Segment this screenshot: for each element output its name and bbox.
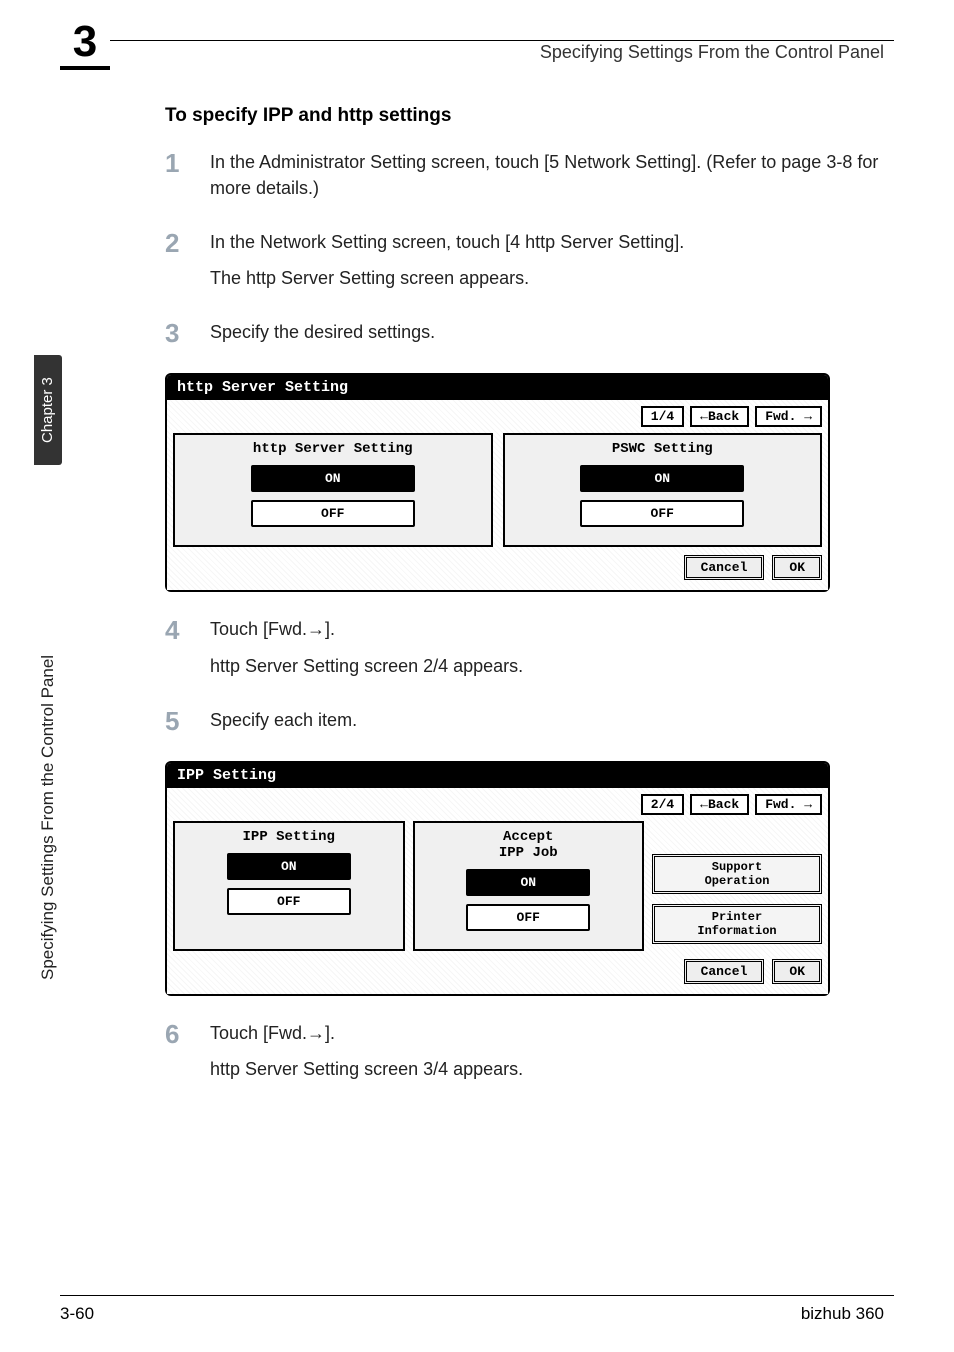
- on-button[interactable]: ON: [466, 869, 590, 896]
- lcd-body: 2/4 ←Back Fwd. → IPP Setting ON OFF Acce…: [167, 788, 828, 994]
- page-number: 3-60: [60, 1304, 94, 1324]
- page: 3 Specifying Settings From the Control P…: [0, 0, 954, 1352]
- model-name: bizhub 360: [801, 1304, 884, 1324]
- back-button[interactable]: ←Back: [690, 406, 749, 427]
- step-text: Specify the desired settings.: [210, 319, 435, 345]
- step-text: Touch [Fwd.→].: [210, 1020, 523, 1046]
- lcd-side-column: Support Operation Printer Information: [652, 821, 822, 951]
- lcd-pager-row: 1/4 ←Back Fwd. →: [173, 406, 822, 427]
- lcd-panel-accept-ipp-job: Accept IPP Job ON OFF: [413, 821, 645, 951]
- side-section-text: Specifying Settings From the Control Pan…: [34, 480, 62, 980]
- printer-information-button[interactable]: Printer Information: [652, 904, 822, 944]
- step-number: 6: [165, 1020, 210, 1092]
- off-button[interactable]: OFF: [466, 904, 590, 931]
- cancel-button[interactable]: Cancel: [684, 959, 765, 984]
- step-text: In the Administrator Setting screen, tou…: [210, 149, 884, 201]
- step-body: Touch [Fwd.→]. http Server Setting scree…: [210, 616, 523, 688]
- step-text: http Server Setting screen 2/4 appears.: [210, 653, 523, 679]
- running-head: Specifying Settings From the Control Pan…: [540, 42, 884, 63]
- on-button[interactable]: ON: [251, 465, 415, 492]
- off-button[interactable]: OFF: [251, 500, 415, 527]
- lcd-panel-title: Accept IPP Job: [419, 829, 639, 861]
- side-chapter-tab: Chapter 3: [34, 355, 62, 465]
- step-number: 2: [165, 229, 210, 301]
- lcd-panel-pswc: PSWC Setting ON OFF: [503, 433, 823, 547]
- content: To specify IPP and http settings 1 In th…: [165, 105, 884, 1110]
- step-text: In the Network Setting screen, touch [4 …: [210, 229, 684, 255]
- fwd-button[interactable]: Fwd. →: [755, 406, 822, 427]
- lcd-screenshot-1: http Server Setting 1/4 ←Back Fwd. → htt…: [165, 373, 830, 592]
- step-body: Specify the desired settings.: [210, 319, 435, 355]
- step-number: 3: [165, 319, 210, 355]
- section-title: To specify IPP and http settings: [165, 105, 884, 127]
- step-number: 5: [165, 707, 210, 743]
- step: 4 Touch [Fwd.→]. http Server Setting scr…: [165, 616, 884, 688]
- ok-button[interactable]: OK: [772, 555, 822, 580]
- step: 1 In the Administrator Setting screen, t…: [165, 149, 884, 211]
- step-number: 1: [165, 149, 210, 211]
- lcd-panel-http: http Server Setting ON OFF: [173, 433, 493, 547]
- step: 3 Specify the desired settings.: [165, 319, 884, 355]
- step-body: Touch [Fwd.→]. http Server Setting scree…: [210, 1020, 523, 1092]
- step-text: http Server Setting screen 3/4 appears.: [210, 1056, 523, 1082]
- chapter-tab: 3: [60, 18, 110, 70]
- off-button[interactable]: OFF: [227, 888, 351, 915]
- lcd-pager-row: 2/4 ←Back Fwd. →: [173, 794, 822, 815]
- on-button[interactable]: ON: [580, 465, 744, 492]
- on-button[interactable]: ON: [227, 853, 351, 880]
- step-body: In the Administrator Setting screen, tou…: [210, 149, 884, 211]
- lcd-panel-title: PSWC Setting: [511, 441, 815, 457]
- step-text: The http Server Setting screen appears.: [210, 265, 684, 291]
- ok-button[interactable]: OK: [772, 959, 822, 984]
- lcd-footer-row: Cancel OK: [173, 555, 822, 580]
- lcd-title: http Server Setting: [167, 375, 828, 400]
- lcd-panels: IPP Setting ON OFF Accept IPP Job ON OFF…: [173, 821, 822, 951]
- lcd-panel-ipp: IPP Setting ON OFF: [173, 821, 405, 951]
- cancel-button[interactable]: Cancel: [684, 555, 765, 580]
- off-button[interactable]: OFF: [580, 500, 744, 527]
- lcd-footer-row: Cancel OK: [173, 959, 822, 984]
- step: 5 Specify each item.: [165, 707, 884, 743]
- step-number: 4: [165, 616, 210, 688]
- top-rule: [60, 40, 894, 41]
- chapter-number: 3: [73, 18, 97, 66]
- step-body: Specify each item.: [210, 707, 357, 743]
- lcd-title: IPP Setting: [167, 763, 828, 788]
- lcd-page-indicator: 2/4: [641, 794, 684, 815]
- step-text: Touch [Fwd.→].: [210, 616, 523, 642]
- lcd-screenshot-2: IPP Setting 2/4 ←Back Fwd. → IPP Setting…: [165, 761, 830, 996]
- back-button[interactable]: ←Back: [690, 794, 749, 815]
- lcd-panel-title: IPP Setting: [179, 829, 399, 845]
- footer-rule: [60, 1295, 894, 1296]
- step: 2 In the Network Setting screen, touch […: [165, 229, 884, 301]
- support-operation-button[interactable]: Support Operation: [652, 854, 822, 894]
- step-body: In the Network Setting screen, touch [4 …: [210, 229, 684, 301]
- lcd-panels: http Server Setting ON OFF PSWC Setting …: [173, 433, 822, 547]
- lcd-panel-title: http Server Setting: [181, 441, 485, 457]
- step-text: Specify each item.: [210, 707, 357, 733]
- fwd-button[interactable]: Fwd. →: [755, 794, 822, 815]
- step: 6 Touch [Fwd.→]. http Server Setting scr…: [165, 1020, 884, 1092]
- lcd-page-indicator: 1/4: [641, 406, 684, 427]
- lcd-body: 1/4 ←Back Fwd. → http Server Setting ON …: [167, 400, 828, 590]
